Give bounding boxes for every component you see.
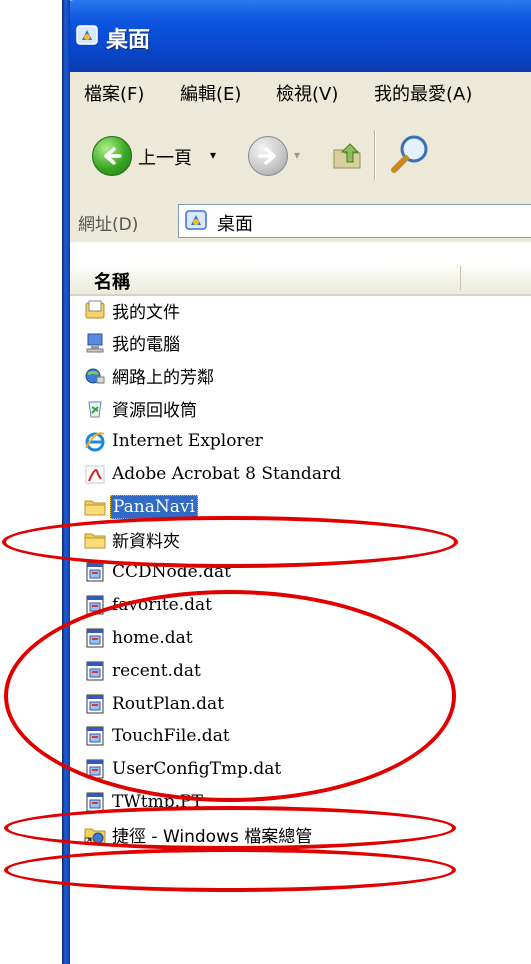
list-item-label: RoutPlan.dat <box>112 693 225 714</box>
folder-icon <box>84 496 106 518</box>
forward-dropdown-icon[interactable]: ▾ <box>294 148 300 162</box>
list-item[interactable]: favorite.dat <box>84 589 214 621</box>
list-item[interactable]: Adobe Acrobat 8 Standard <box>84 458 343 490</box>
list-item-label: home.dat <box>112 628 193 648</box>
list-item[interactable]: 捷徑 - Windows 檔案總管 <box>84 819 314 851</box>
dat-file-icon <box>84 660 106 682</box>
list-item[interactable]: CCDNode.dat <box>84 556 233 588</box>
dat-file-icon <box>84 725 106 747</box>
list-item-label: recent.dat <box>112 660 201 681</box>
arrow-left-icon <box>104 147 122 165</box>
my-computer-icon <box>84 332 106 354</box>
list-item[interactable]: 網路上的芳鄰 <box>84 360 216 392</box>
list-item-label: TouchFile.dat <box>112 726 230 747</box>
up-folder-icon[interactable] <box>330 138 364 172</box>
desktop-icon <box>185 210 207 230</box>
list-item[interactable]: Internet Explorer <box>84 425 265 457</box>
list-item-label: favorite.dat <box>112 595 212 616</box>
address-bar: 網址(D) 桌面 <box>70 198 531 242</box>
list-item[interactable]: TWtmp.PT <box>84 786 205 818</box>
back-button[interactable] <box>92 136 132 176</box>
list-item[interactable]: RoutPlan.dat <box>84 688 226 720</box>
recycle-bin-icon <box>84 397 106 419</box>
address-label: 網址(D) <box>78 215 139 235</box>
list-item[interactable]: PanaNavi <box>84 491 198 523</box>
menu-edit[interactable]: 編輯(E) <box>180 80 241 106</box>
toolbar: 上一頁 ▾ ▾ <box>70 112 531 199</box>
acrobat-icon <box>84 463 106 485</box>
list-item-label: 我的電腦 <box>112 335 180 356</box>
menu-view[interactable]: 檢視(V) <box>276 80 338 106</box>
list-item[interactable]: 新資料夾 <box>84 524 182 556</box>
back-button-label[interactable]: 上一頁 <box>138 144 192 170</box>
dat-file-icon <box>84 627 106 649</box>
address-value: 桌面 <box>217 214 253 235</box>
list-item-label: 新資料夾 <box>112 532 180 553</box>
forward-button[interactable] <box>248 136 288 176</box>
back-dropdown-icon[interactable]: ▾ <box>210 148 216 162</box>
desktop-icon <box>76 25 98 45</box>
menu-file[interactable]: 檔案(F) <box>84 80 144 106</box>
list-item[interactable]: TouchFile.dat <box>84 720 232 752</box>
column-divider[interactable] <box>460 266 461 290</box>
list-item-label: 我的文件 <box>112 302 180 323</box>
list-item[interactable]: 資源回收筒 <box>84 392 199 424</box>
my-documents-icon <box>84 299 106 321</box>
list-item-label: 捷徑 - Windows 檔案總管 <box>112 827 313 848</box>
menu-bar: 檔案(F) 編輯(E) 檢視(V) 我的最愛(A) <box>70 72 531 113</box>
list-item-label: PanaNavi <box>110 494 198 519</box>
dat-file-icon <box>84 594 106 616</box>
list-item[interactable]: 我的文件 <box>84 294 182 326</box>
window-title: 桌面 <box>106 28 151 53</box>
arrow-right-icon <box>258 147 276 165</box>
dat-file-icon <box>84 561 106 583</box>
internet-explorer-icon <box>84 430 106 452</box>
list-item-label: TWtmp.PT <box>112 792 203 812</box>
address-field[interactable]: 桌面 <box>178 204 531 238</box>
list-item[interactable]: recent.dat <box>84 655 203 687</box>
network-places-icon <box>84 365 106 387</box>
window-left-border <box>62 0 70 964</box>
list-item-label: UserConfigTmp.dat <box>112 759 282 780</box>
menu-favorites[interactable]: 我的最愛(A) <box>374 80 472 106</box>
list-item[interactable]: UserConfigTmp.dat <box>84 753 283 785</box>
list-item[interactable]: home.dat <box>84 622 195 654</box>
column-name-header[interactable]: 名稱 <box>94 268 130 294</box>
list-item-label: 資源回收筒 <box>112 400 197 421</box>
search-icon[interactable] <box>388 132 432 176</box>
dat-file-icon <box>84 791 106 813</box>
list-item-label: Adobe Acrobat 8 Standard <box>112 464 341 484</box>
toolbar-separator <box>374 130 376 180</box>
dat-file-icon <box>84 693 106 715</box>
file-list-pane[interactable]: 名稱 我的文件我的電腦網路上的芳鄰 資源回收筒 Internet Explorer A… <box>70 242 531 964</box>
column-header: 名稱 <box>70 262 531 296</box>
dat-file-icon <box>84 758 106 780</box>
title-bar[interactable]: 桌面 <box>62 0 531 72</box>
list-item-label: Internet Explorer <box>112 431 263 452</box>
folder-icon <box>84 529 106 551</box>
explorer-shortcut-icon <box>84 824 106 846</box>
list-item[interactable]: 我的電腦 <box>84 327 182 359</box>
list-item-label: 網路上的芳鄰 <box>112 368 214 389</box>
list-item-label: CCDNode.dat <box>112 562 231 583</box>
